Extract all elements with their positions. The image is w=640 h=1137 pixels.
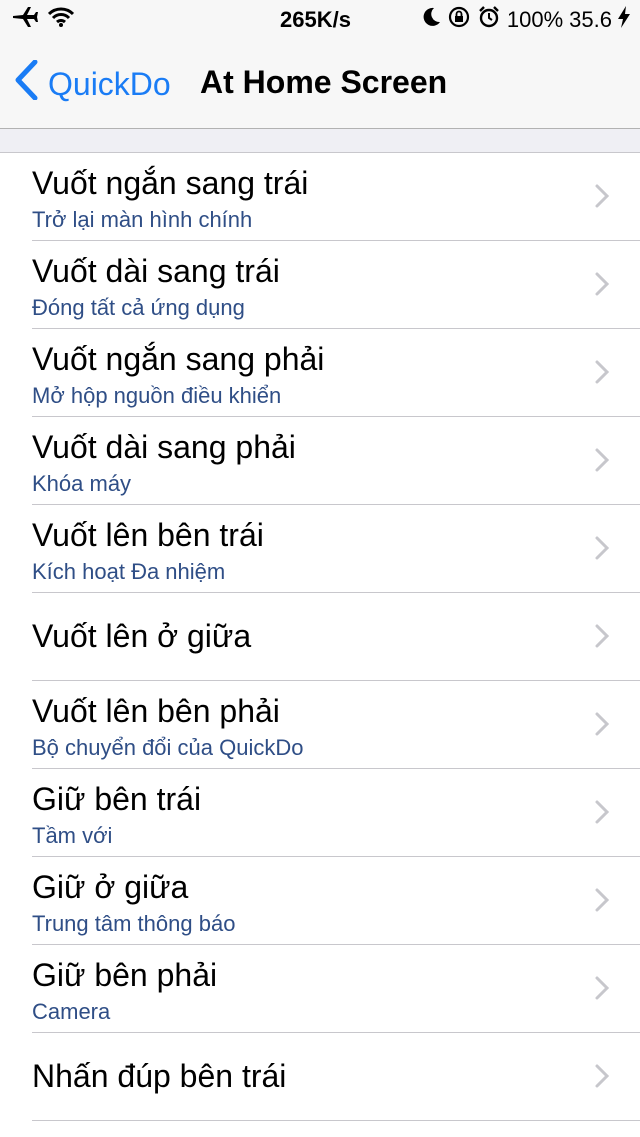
page-title: At Home Screen [200,64,448,100]
item-title: Nhấn đúp bên trái [32,1058,287,1094]
list-item[interactable]: Nhấn đúp bên trái [32,1033,640,1121]
list-item[interactable]: Vuốt lên bên phải Bộ chuyển đổi của Quic… [32,681,640,769]
list-item[interactable]: Vuốt lên bên trái Kích hoạt Đa nhiệm [32,505,640,593]
item-subtitle: Camera [32,999,111,1024]
list-item[interactable]: Vuốt lên ở giữa [32,593,640,681]
wifi-icon [47,7,75,33]
status-bar: 265K/s 100% 35.6 [0,0,640,40]
rotation-lock-icon [447,5,471,35]
list-item[interactable]: Vuốt dài sang trái Đóng tất cả ứng dụng [32,241,640,329]
chevron-right-icon [595,800,610,824]
list-item[interactable]: Vuốt ngắn sang phải Mở hộp nguồn điều kh… [32,329,640,417]
item-title: Vuốt lên ở giữa [32,618,252,654]
lightning-icon [618,6,630,34]
airplane-icon [12,6,38,34]
list-item[interactable]: Giữ bên trái Tầm với [32,769,640,857]
back-button[interactable]: QuickDo [14,59,171,108]
status-right: 100% 35.6 [421,5,630,35]
alarm-icon [477,5,501,35]
list-item[interactable]: Vuốt ngắn sang trái Trở lại màn hình chí… [32,153,640,241]
gesture-list: Vuốt ngắn sang trái Trở lại màn hình chí… [0,152,640,1137]
back-button-label: QuickDo [48,65,171,102]
item-subtitle: Đóng tất cả ứng dụng [32,295,245,320]
chevron-right-icon [595,360,610,384]
status-extra-value: 35.6 [569,7,612,32]
chevron-right-icon [595,888,610,912]
item-title: Vuốt ngắn sang phải [32,341,325,377]
navigation-bar: QuickDo At Home Screen [0,40,640,129]
item-title: Vuốt ngắn sang trái [32,165,309,201]
item-title: Vuốt dài sang trái [32,253,280,289]
chevron-right-icon [595,624,610,648]
chevron-left-icon [14,59,48,108]
item-title: Giữ bên phải [32,957,218,993]
item-subtitle: Tầm với [32,823,113,848]
list-item[interactable]: Giữ ở giữa Trung tâm thông báo [32,857,640,945]
chevron-right-icon [595,1064,610,1088]
item-subtitle: Trở lại màn hình chính [32,207,253,232]
item-subtitle: Khóa máy [32,471,132,496]
chevron-right-icon [595,712,610,736]
moon-icon [421,6,441,34]
chevron-right-icon [595,976,610,1000]
chevron-right-icon [595,272,610,296]
item-subtitle: Bộ chuyển đổi của QuickDo [32,735,304,760]
item-subtitle: Mở hộp nguồn điều khiển [32,383,282,408]
item-title: Giữ bên trái [32,781,202,817]
list-item[interactable]: Giữ bên phải Camera [32,945,640,1033]
chevron-right-icon [595,184,610,208]
item-title: Giữ ở giữa [32,869,189,905]
item-subtitle: Kích hoạt Đa nhiệm [32,559,226,584]
battery-percent: 100% [506,7,564,32]
item-title: Vuốt lên bên phải [32,693,280,729]
item-subtitle: Trung tâm thông báo [32,911,236,936]
chevron-right-icon [595,536,610,560]
item-title: Vuốt lên bên trái [32,517,264,553]
status-left [0,6,75,34]
item-title: Vuốt dài sang phải [32,429,296,465]
chevron-right-icon [595,448,610,472]
network-speed: 265K/s [280,7,351,32]
list-item[interactable]: Vuốt dài sang phải Khóa máy [32,417,640,505]
